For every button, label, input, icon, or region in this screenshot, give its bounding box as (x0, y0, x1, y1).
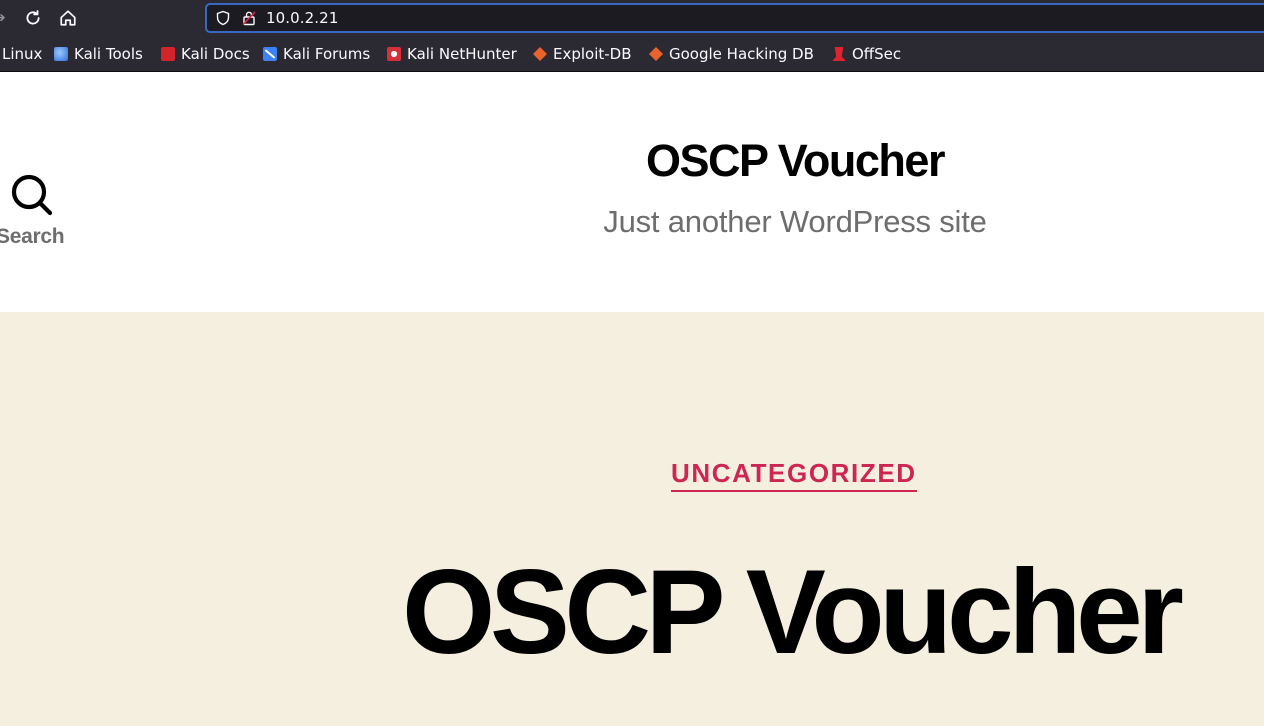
post-header: UNCATEGORIZED OSCP Voucher (0, 312, 1264, 726)
bookmark-kali-docs[interactable]: Kali Docs (161, 44, 250, 64)
google-hacking-db-icon (649, 47, 663, 61)
entry-title[interactable]: OSCP Voucher (402, 552, 1262, 672)
bookmark-label: Google Hacking DB (669, 45, 814, 63)
bookmark-kali-forums[interactable]: Kali Forums (263, 44, 370, 64)
kali-docs-icon (161, 47, 175, 61)
insecure-lock-icon[interactable] (241, 10, 257, 26)
forward-arrow-icon[interactable]: ➔ (0, 6, 8, 30)
bookmark-label: OffSec (852, 45, 902, 63)
bookmarks-bar: Linux Kali Tools Kali Docs Kali Forums K… (0, 36, 1264, 72)
bookmark-google-hacking-db[interactable]: Google Hacking DB (649, 44, 814, 64)
site-header: Search OSCP Voucher Just another WordPre… (0, 73, 1264, 312)
bookmark-label: Kali Tools (74, 45, 143, 63)
search-icon (11, 174, 53, 216)
category-link[interactable]: UNCATEGORIZED (671, 458, 917, 492)
search-toggle[interactable]: Search (0, 169, 76, 254)
site-description: Just another WordPress site (603, 204, 987, 239)
kali-forums-icon (263, 47, 277, 61)
bookmark-linux[interactable]: Linux (2, 44, 42, 64)
bookmark-label: Kali Docs (181, 45, 250, 63)
bookmark-label: Linux (2, 45, 43, 63)
bookmark-exploit-db[interactable]: Exploit-DB (533, 44, 632, 64)
home-button[interactable] (54, 4, 82, 32)
search-label: Search (0, 225, 65, 248)
reload-button[interactable] (19, 4, 47, 32)
bookmark-kali-tools[interactable]: Kali Tools (54, 44, 143, 64)
shield-icon[interactable] (215, 10, 231, 26)
kali-tools-icon (54, 47, 68, 61)
bookmark-label: Kali NetHunter (407, 45, 517, 63)
exploit-db-icon (533, 47, 547, 61)
bookmark-offsec[interactable]: OffSec (832, 44, 901, 64)
url-text[interactable]: 10.0.2.21 (266, 9, 338, 27)
reload-icon (26, 10, 40, 25)
kali-nethunter-icon (387, 47, 401, 61)
site-title[interactable]: OSCP Voucher (490, 135, 1100, 187)
browser-toolbar: ➔ 10.0.2.21 (0, 0, 1264, 36)
home-icon (60, 10, 76, 26)
bookmark-label: Exploit-DB (553, 45, 632, 63)
bookmark-kali-nethunter[interactable]: Kali NetHunter (387, 44, 517, 64)
bookmark-label: Kali Forums (283, 45, 371, 63)
offsec-icon (832, 47, 846, 61)
url-bar[interactable]: 10.0.2.21 (205, 3, 1264, 33)
